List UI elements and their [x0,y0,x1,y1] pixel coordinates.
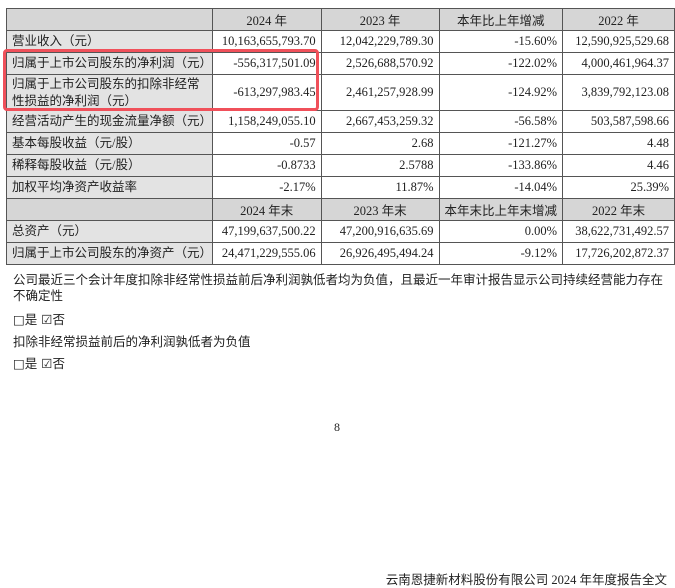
column-header: 本年比上年增减 [438,8,564,31]
cell-value: 4.46 [562,154,675,177]
cell-value: 2.68 [320,132,440,155]
row-label: 加权平均净资产收益率 [6,176,213,199]
note-going-concern-answer: □是 ☑否 [13,312,65,327]
column-header [6,8,213,31]
cell-value: 25.39% [562,176,675,199]
column-header: 本年末比上年末增减 [438,198,564,221]
cell-value: 2,526,688,570.92 [320,52,440,75]
row-label: 总资产（元） [6,220,213,243]
column-header: 2022 年末 [562,198,675,221]
cell-value: -9.12% [438,242,564,265]
cell-value: 4,000,461,964.37 [562,52,675,75]
table-header-row: 2024 年 2023 年本年比上年增减 2022 年 [6,8,675,31]
note-negative-profit-answer: □是 ☑否 [13,356,65,371]
column-header: 2023 年 [320,8,440,31]
cell-value: 2.5788 [320,154,440,177]
column-header: 2024 年 [211,8,322,31]
row-label: 稀释每股收益（元/股） [6,154,213,177]
cell-value: -15.60% [438,30,564,53]
cell-value: 0.00% [438,220,564,243]
cell-value: -2.17% [211,176,322,199]
row-label: 基本每股收益（元/股） [6,132,213,155]
table-row: 总资产（元） 47,199,637,500.22 47,200,916,635.69… [6,220,675,243]
row-label: 归属于上市公司股东的净资产（元） [6,242,213,265]
cell-value: 2,461,257,928.99 [320,74,440,111]
highlight-box [3,49,319,111]
row-label: 经营活动产生的现金流量净额（元） [6,110,213,133]
cell-value: 4.48 [562,132,675,155]
cell-value: -124.92% [438,74,564,111]
cell-value: 1,158,249,055.10 [211,110,322,133]
cell-value: 47,199,637,500.22 [211,220,322,243]
note-going-concern: 公司最近三个会计年度扣除非经常性损益前后净利润孰低者均为负值，且最近一年审计报告… [13,272,664,303]
column-header: 2024 年末 [211,198,322,221]
page-number: 8 [334,420,340,434]
cell-value: 12,042,229,789.30 [320,30,440,53]
cell-value: 24,471,229,555.06 [211,242,322,265]
cell-value: -56.58% [438,110,564,133]
table-row: 经营活动产生的现金流量净额（元） 1,158,249,055.10 2,667,45… [6,110,675,133]
cell-value: 503,587,598.66 [562,110,675,133]
cell-value: 3,839,792,123.08 [562,74,675,111]
note-negative-profit: 扣除非经常损益前后的净利润孰低者为负值 [13,334,251,349]
cell-value: 26,926,495,494.24 [320,242,440,265]
cell-value: -122.02% [438,52,564,75]
cell-value: 17,726,202,872.37 [562,242,675,265]
column-header [6,198,213,221]
footer-title: 云南恩捷新材料股份有限公司 2024 年年度报告全文 [385,573,667,587]
table-row: 归属于上市公司股东的净资产（元） 24,471,229,555.06 26,926,… [6,242,675,265]
table-row: 基本每股收益（元/股） -0.57 2.68 -121.27% 4.48 [6,132,675,155]
cell-value: 38,622,731,492.57 [562,220,675,243]
cell-value: -0.8733 [211,154,322,177]
financial-data-table: 2024 年 2023 年本年比上年增减 2022 年营业收入（元） 10,163,6… [6,8,675,265]
cell-value: -121.27% [438,132,564,155]
cell-value: 12,590,925,529.68 [562,30,675,53]
cell-value: 11.87% [320,176,440,199]
cell-value: -133.86% [438,154,564,177]
cell-value: -14.04% [438,176,564,199]
table-header-row: 2024 年末 2023 年末 本年末比上年末增减 2022 年末 [6,198,675,221]
table-row: 加权平均净资产收益率 -2.17% 11.87% -14.04% 25.39% [6,176,675,199]
cell-value: 47,200,916,635.69 [320,220,440,243]
cell-value: 2,667,453,259.32 [320,110,440,133]
cell-value: -0.57 [211,132,322,155]
column-header: 2023 年末 [320,198,440,221]
table-row: 稀释每股收益（元/股） -0.8733 2.5788 -133.86% 4.46 [6,154,675,177]
column-header: 2022 年 [562,8,675,31]
